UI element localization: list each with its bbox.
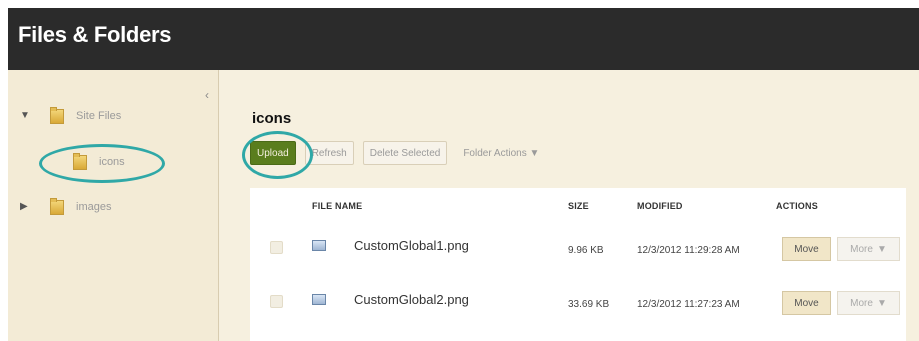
current-folder-title: icons	[252, 110, 292, 127]
title-bar: Files & Folders	[8, 8, 919, 70]
file-name[interactable]: CustomGlobal1.png	[354, 238, 469, 253]
column-header-actions: ACTIONS	[776, 201, 818, 211]
highlight-circle-upload	[242, 131, 313, 179]
file-modified: 12/3/2012 11:27:23 AM	[637, 299, 740, 310]
highlight-circle-icons-folder	[39, 144, 165, 183]
row-select-checkbox[interactable]	[270, 241, 283, 254]
file-size: 9.96 KB	[568, 245, 604, 256]
image-file-icon	[312, 294, 326, 305]
move-button[interactable]: Move	[782, 237, 831, 261]
file-table: FILE NAME SIZE MODIFIED ACTIONS CustomGl…	[250, 188, 906, 341]
files-folders-window: Files & Folders ‹ ▼ Site Files icons ▶ i…	[8, 8, 919, 341]
collapse-sidebar-icon[interactable]: ‹	[200, 88, 214, 102]
column-header-size[interactable]: SIZE	[568, 201, 589, 211]
table-row[interactable]: CustomGlobal1.png 9.96 KB 12/3/2012 11:2…	[250, 226, 906, 278]
chevron-down-icon: ▼	[876, 297, 887, 309]
file-name[interactable]: CustomGlobal2.png	[354, 292, 469, 307]
delete-selected-button[interactable]: Delete Selected	[362, 141, 448, 165]
expand-toggle-icon[interactable]: ▶	[20, 201, 38, 212]
column-header-file-name[interactable]: FILE NAME	[312, 201, 362, 211]
expand-toggle-icon[interactable]: ▼	[20, 110, 38, 121]
file-modified: 12/3/2012 11:29:28 AM	[637, 245, 740, 256]
move-button[interactable]: Move	[782, 291, 831, 315]
more-button-label: More	[850, 297, 873, 309]
main-panel: icons Upload Refresh Delete Selected Fol…	[220, 70, 919, 341]
more-button[interactable]: More ▼	[837, 291, 900, 315]
more-button-label: More	[850, 243, 873, 255]
more-button[interactable]: More ▼	[837, 237, 900, 261]
tree-item-label: Site Files	[76, 109, 122, 122]
folder-tree-sidebar: ‹ ▼ Site Files icons ▶ images	[8, 70, 219, 341]
window-title: Files & Folders	[18, 22, 172, 47]
chevron-down-icon: ▼	[876, 243, 887, 255]
file-size: 33.69 KB	[568, 299, 610, 310]
tree-item-images[interactable]: ▶ images	[20, 198, 111, 215]
image-file-icon	[312, 240, 326, 251]
tree-item-label: images	[76, 200, 112, 213]
table-row[interactable]: CustomGlobal2.png 33.69 KB 12/3/2012 11:…	[250, 280, 906, 332]
folder-icon	[50, 107, 64, 124]
folder-actions-dropdown[interactable]: Folder Actions ▼	[456, 141, 546, 165]
tree-item-site-files[interactable]: ▼ Site Files	[20, 107, 121, 124]
folder-icon	[50, 198, 64, 215]
row-select-checkbox[interactable]	[270, 295, 283, 308]
column-header-modified[interactable]: MODIFIED	[637, 201, 683, 211]
